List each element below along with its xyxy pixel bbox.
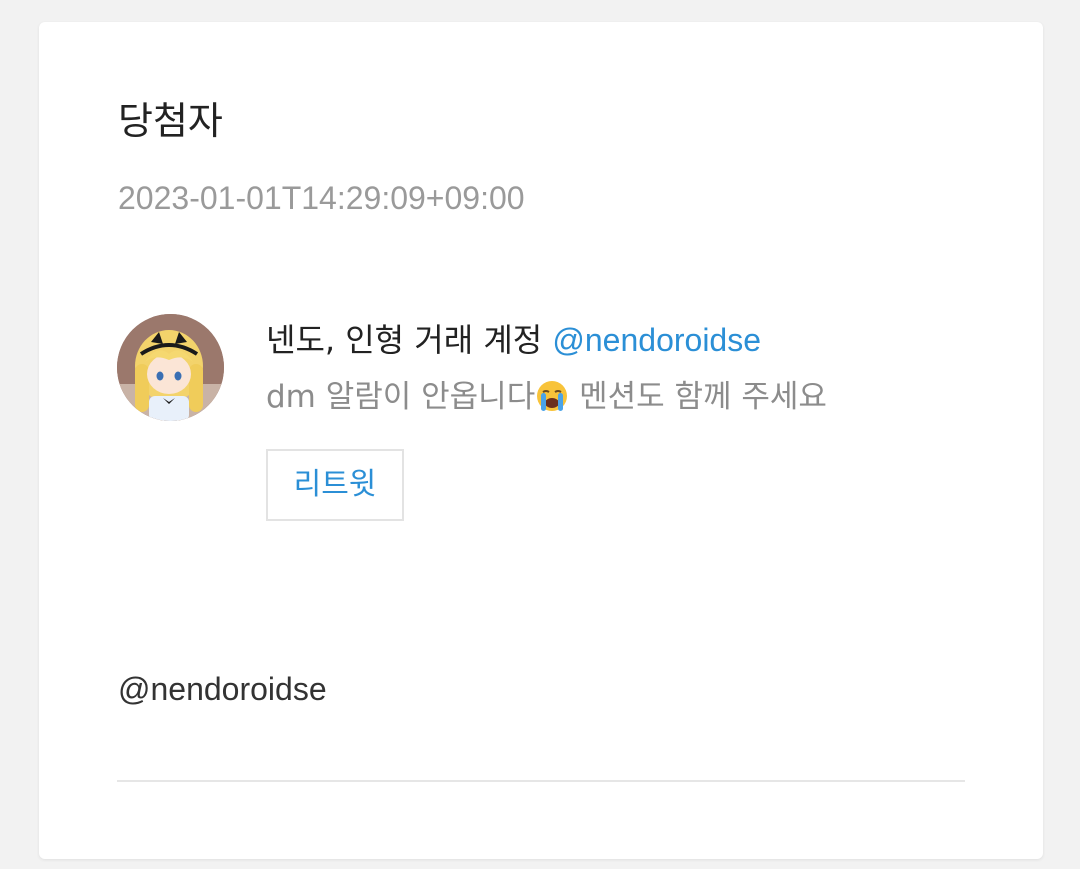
timestamp: 2023-01-01T14:29:09+09:00 xyxy=(118,180,525,216)
avatar-image xyxy=(117,314,224,421)
loudly-crying-face-icon xyxy=(537,381,568,411)
divider xyxy=(117,780,965,782)
retweet-button[interactable]: 리트윗 xyxy=(266,449,404,521)
author-display-name: 넨도, 인형 거래 계정 xyxy=(266,321,543,359)
tweet-author: 넨도, 인형 거래 계정 @nendoroidse xyxy=(266,320,761,360)
winner-handle: @nendoroidse xyxy=(118,671,327,707)
author-handle-link[interactable]: @nendoroidse xyxy=(552,322,761,358)
avatar[interactable] xyxy=(117,314,224,421)
tweet-text-part-1: dm 알람이 안옵니다 xyxy=(266,379,536,415)
card-title: 당첨자 xyxy=(118,99,223,143)
tweet-text: dm 알람이 안옵니다 멘션도 함께 주세요 xyxy=(266,377,827,417)
winner-card: 당첨자 2023-01-01T14:29:09+09:00 넨도, 인형 거래 … xyxy=(39,22,1043,859)
tweet-text-part-2: 멘션도 함께 주세요 xyxy=(569,379,827,415)
